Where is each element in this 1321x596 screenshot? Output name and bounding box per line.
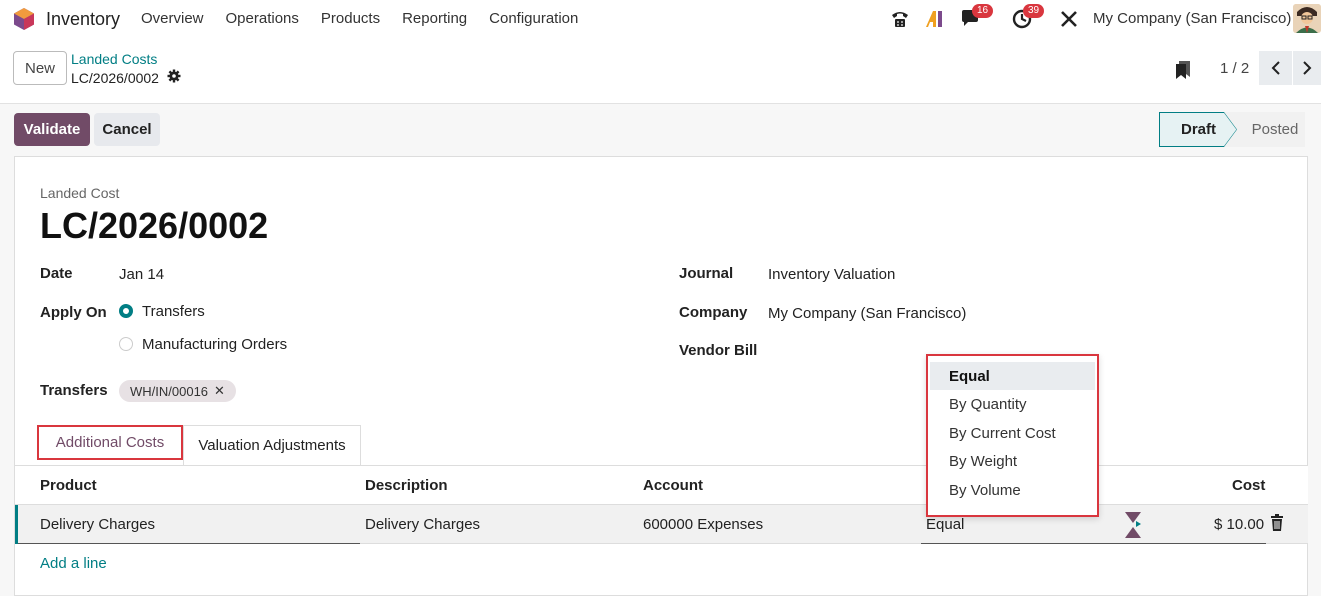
radio-manufacturing-orders-label[interactable]: Manufacturing Orders xyxy=(142,336,287,353)
activities-badge: 39 xyxy=(1023,4,1045,18)
pager-value[interactable]: 1 / 2 xyxy=(1220,60,1249,77)
table-row[interactable]: Delivery Charges Delivery Charges 600000… xyxy=(15,505,1308,544)
new-button[interactable]: New xyxy=(13,51,67,85)
app-name[interactable]: Inventory xyxy=(46,9,120,30)
apply-on-label: Apply On xyxy=(40,304,107,321)
ai-icon[interactable] xyxy=(924,6,946,32)
row-selected-indicator xyxy=(15,505,18,544)
gear-icon[interactable] xyxy=(167,69,181,83)
breadcrumb-landed-costs[interactable]: Landed Costs xyxy=(71,51,157,67)
form-statusbar: Validate Cancel Draft Posted xyxy=(0,104,1321,156)
user-avatar[interactable] xyxy=(1293,4,1321,33)
messages-icon[interactable]: 16 xyxy=(957,4,994,32)
journal-field[interactable]: Inventory Valuation xyxy=(768,266,895,283)
option-by-weight[interactable]: By Weight xyxy=(930,447,1095,475)
menu-products[interactable]: Products xyxy=(321,10,380,27)
record-title: LC/2026/0002 xyxy=(40,205,269,246)
record-type-label: Landed Cost xyxy=(40,185,120,201)
close-icon[interactable]: ✕ xyxy=(214,383,225,399)
table-header: Product Description Account Cost xyxy=(15,465,1308,505)
top-navbar: Inventory Overview Operations Products R… xyxy=(0,0,1321,38)
loading-spinner-icon xyxy=(1125,512,1141,538)
tools-icon[interactable] xyxy=(1058,6,1080,32)
menu-configuration[interactable]: Configuration xyxy=(489,10,578,27)
row-product[interactable]: Delivery Charges xyxy=(40,516,155,533)
journal-label: Journal xyxy=(679,265,734,282)
split-method-dropdown: Equal By Quantity By Current Cost By Wei… xyxy=(926,354,1099,517)
transfer-tag-label: WH/IN/00016 xyxy=(130,383,209,399)
radio-transfers[interactable] xyxy=(119,304,133,318)
control-panel: New Landed Costs LC/2026/0002 1 / 2 xyxy=(0,38,1321,104)
option-equal[interactable]: Equal xyxy=(930,362,1095,390)
inventory-app-icon[interactable] xyxy=(13,7,35,31)
radio-manufacturing-orders[interactable] xyxy=(119,337,133,351)
phone-icon[interactable] xyxy=(889,6,911,32)
company-field[interactable]: My Company (San Francisco) xyxy=(768,305,966,322)
row-account[interactable]: 600000 Expenses xyxy=(643,516,763,533)
stage-posted[interactable]: Posted xyxy=(1245,112,1305,147)
pager-next-button[interactable] xyxy=(1293,51,1321,85)
trash-icon[interactable] xyxy=(1270,514,1284,532)
cancel-button[interactable]: Cancel xyxy=(94,113,160,146)
column-cost[interactable]: Cost xyxy=(1232,477,1265,494)
date-field[interactable]: Jan 14 xyxy=(119,266,164,283)
company-switcher[interactable]: My Company (San Francisco) xyxy=(1093,10,1291,27)
row-description[interactable]: Delivery Charges xyxy=(365,516,480,533)
transfers-label: Transfers xyxy=(40,382,108,399)
radio-transfers-label[interactable]: Transfers xyxy=(142,303,205,320)
company-label: Company xyxy=(679,304,748,321)
chevron-right-icon xyxy=(1303,61,1312,75)
tab-additional-costs[interactable]: Additional Costs xyxy=(37,425,183,460)
tab-valuation-adjustments[interactable]: Valuation Adjustments xyxy=(183,425,361,465)
date-label: Date xyxy=(40,265,73,282)
product-input-underline xyxy=(18,543,360,544)
row-cost[interactable]: $ 10.00 xyxy=(1214,516,1264,533)
breadcrumb-current: LC/2026/0002 xyxy=(71,70,159,86)
option-by-quantity[interactable]: By Quantity xyxy=(930,390,1095,418)
bookmark-icon[interactable] xyxy=(1175,60,1191,80)
activities-icon[interactable]: 39 xyxy=(1008,4,1045,32)
transfer-tag[interactable]: WH/IN/00016 ✕ xyxy=(119,380,236,402)
split-method-underline xyxy=(921,543,1266,544)
column-description[interactable]: Description xyxy=(365,477,448,494)
column-account[interactable]: Account xyxy=(643,477,703,494)
option-by-current-cost[interactable]: By Current Cost xyxy=(930,419,1095,447)
menu-reporting[interactable]: Reporting xyxy=(402,10,467,27)
main-menu: Overview Operations Products Reporting C… xyxy=(141,10,600,27)
form-sheet: Landed Cost LC/2026/0002 Date Jan 14 App… xyxy=(14,156,1308,596)
validate-button[interactable]: Validate xyxy=(14,113,90,146)
vendor-bill-label: Vendor Bill xyxy=(679,342,758,359)
pager-previous-button[interactable] xyxy=(1259,51,1292,85)
split-method-input[interactable]: Equal xyxy=(926,516,964,533)
chevron-left-icon xyxy=(1271,61,1280,75)
column-product[interactable]: Product xyxy=(40,477,97,494)
menu-overview[interactable]: Overview xyxy=(141,10,204,27)
option-by-volume[interactable]: By Volume xyxy=(930,476,1095,504)
messages-badge: 16 xyxy=(972,4,994,18)
add-line-link[interactable]: Add a line xyxy=(40,555,107,572)
menu-operations[interactable]: Operations xyxy=(226,10,299,27)
